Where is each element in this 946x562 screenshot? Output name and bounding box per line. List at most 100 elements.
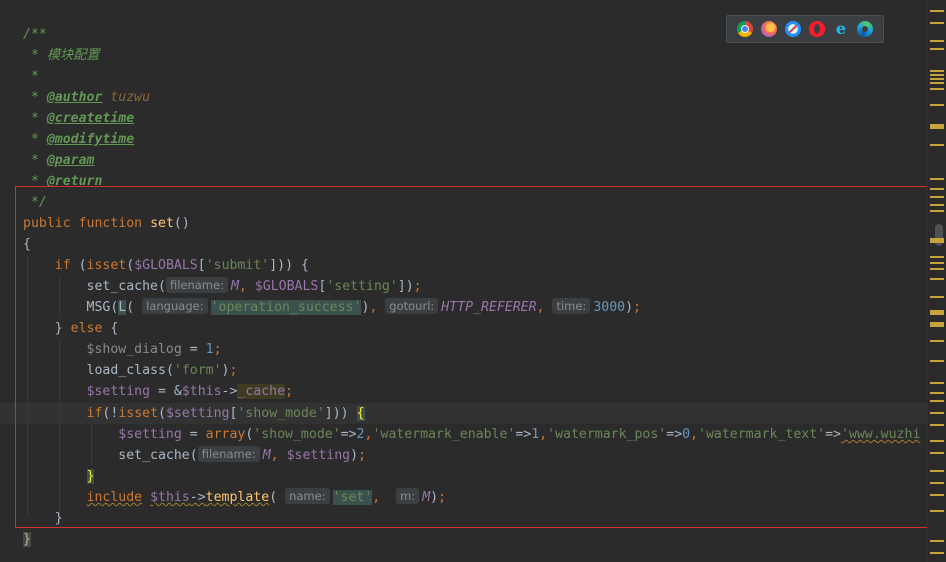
scrollbar-marker-stripe[interactable] (927, 0, 946, 562)
chrome-icon[interactable] (737, 21, 753, 37)
code-line[interactable]: $show_dialog = 1; (23, 339, 222, 360)
code-editor[interactable]: /** * 模块配置 * * @author tuzwu * @createti… (0, 0, 946, 562)
number: 3000 (593, 300, 626, 315)
safari-icon[interactable] (785, 21, 801, 37)
code-line[interactable]: MSG(L( language:'operation_success'), go… (23, 297, 641, 318)
code-line[interactable]: */ (23, 192, 47, 213)
matched-brace: } (86, 469, 95, 484)
warning-marker[interactable] (930, 296, 944, 298)
constant: M (230, 279, 239, 294)
warning-marker[interactable] (930, 310, 944, 315)
warning-marker[interactable] (930, 262, 944, 264)
warning-marker[interactable] (930, 178, 944, 180)
parameter-hint: name: (285, 488, 330, 504)
warning-marker[interactable] (930, 392, 944, 394)
code-line[interactable]: { (23, 234, 31, 255)
property: _cache (237, 384, 286, 399)
warning-marker[interactable] (930, 540, 944, 542)
keyword: include (86, 490, 143, 505)
warning-marker[interactable] (930, 278, 944, 280)
warning-marker[interactable] (930, 238, 944, 243)
warning-marker[interactable] (930, 188, 944, 190)
warning-marker[interactable] (930, 510, 944, 512)
code-line[interactable]: } (23, 508, 63, 529)
warning-marker[interactable] (930, 400, 944, 402)
warning-marker[interactable] (930, 196, 944, 198)
keyword: else (70, 321, 103, 336)
parameter-hint: m: (396, 488, 420, 504)
code-line[interactable]: * @createtime (23, 108, 134, 129)
warning-marker[interactable] (930, 360, 944, 362)
warning-marker[interactable] (930, 78, 944, 80)
variable: $setting (118, 427, 182, 442)
warning-marker[interactable] (930, 452, 944, 454)
code-line[interactable]: if(!isset($setting['show_mode'])) { (23, 403, 365, 424)
code-line[interactable]: set_cache(filename: M, $setting); (23, 445, 366, 466)
warning-marker[interactable] (930, 424, 944, 426)
warning-marker[interactable] (930, 22, 944, 24)
ie-icon[interactable]: e (833, 21, 849, 37)
warning-marker[interactable] (930, 88, 944, 90)
code-line[interactable]: set_cache(filename: M, $GLOBALS['setting'… (23, 276, 422, 297)
constant: M (262, 448, 271, 463)
keyword: array (205, 427, 246, 442)
warning-marker[interactable] (930, 494, 944, 496)
edge-icon[interactable] (857, 21, 873, 37)
string: 'show_mode' (237, 406, 325, 421)
warning-marker[interactable] (930, 10, 944, 12)
code-line[interactable]: $setting = &$this->_cache; (23, 381, 293, 402)
firefox-icon[interactable] (761, 21, 777, 37)
code-line[interactable]: * @modifytime (23, 129, 134, 150)
warning-marker[interactable] (930, 204, 944, 206)
code-line[interactable]: } (23, 529, 31, 550)
code-line[interactable]: * (23, 66, 39, 87)
warning-marker[interactable] (930, 440, 944, 442)
warning-marker[interactable] (930, 382, 944, 384)
code-line[interactable]: } (23, 466, 95, 487)
brace: { (23, 237, 31, 252)
warning-marker[interactable] (930, 322, 944, 327)
warning-marker[interactable] (930, 70, 944, 72)
function-call: load_class (86, 363, 166, 378)
code-line[interactable]: include $this->template( name:'set', m: M… (23, 487, 446, 508)
code-line[interactable]: * @return (23, 171, 102, 192)
warning-marker[interactable] (930, 256, 944, 258)
warning-marker[interactable] (930, 268, 944, 270)
warning-marker[interactable] (930, 552, 944, 554)
warning-marker[interactable] (930, 82, 944, 84)
constant: HTTP_REFERER (441, 300, 537, 315)
comment-star: * (23, 69, 39, 84)
code-line[interactable]: /** (23, 24, 47, 45)
string: 'watermark_text' (698, 427, 826, 442)
warning-marker[interactable] (930, 40, 944, 42)
variable: $GLOBALS (134, 258, 198, 273)
warning-marker[interactable] (930, 210, 944, 212)
code-line[interactable]: $setting = array('show_mode'=>2,'waterma… (23, 424, 920, 445)
variable: $this (150, 490, 190, 505)
doc-tag-createtime: @createtime (46, 111, 135, 126)
opera-icon[interactable] (809, 21, 825, 37)
string: 'watermark_enable' (372, 427, 516, 442)
warning-marker[interactable] (930, 124, 944, 129)
brace: } (23, 532, 31, 547)
keyword: isset (118, 406, 159, 421)
code-line[interactable]: * @author tuzwu (23, 87, 150, 108)
code-line[interactable]: } else { (23, 318, 119, 339)
variable: $setting (165, 406, 230, 421)
code-line[interactable]: public function set() (23, 213, 190, 234)
parameter-hint: language: (142, 298, 208, 314)
code-line[interactable]: * @param (23, 150, 95, 171)
code-line[interactable]: load_class('form'); (23, 360, 238, 381)
warning-marker[interactable] (930, 104, 944, 106)
doc-author-value: tuzwu (110, 90, 151, 105)
warning-marker[interactable] (930, 412, 944, 414)
warning-marker[interactable] (930, 74, 944, 76)
parameter-hint: filename: (197, 446, 260, 462)
warning-marker[interactable] (930, 340, 944, 342)
warning-marker[interactable] (930, 48, 944, 50)
code-line[interactable]: if (isset($GLOBALS['submit'])) { (23, 255, 309, 276)
warning-marker[interactable] (930, 144, 944, 146)
code-line[interactable]: * 模块配置 (23, 45, 100, 66)
warning-marker[interactable] (930, 482, 944, 484)
warning-marker[interactable] (930, 470, 944, 472)
